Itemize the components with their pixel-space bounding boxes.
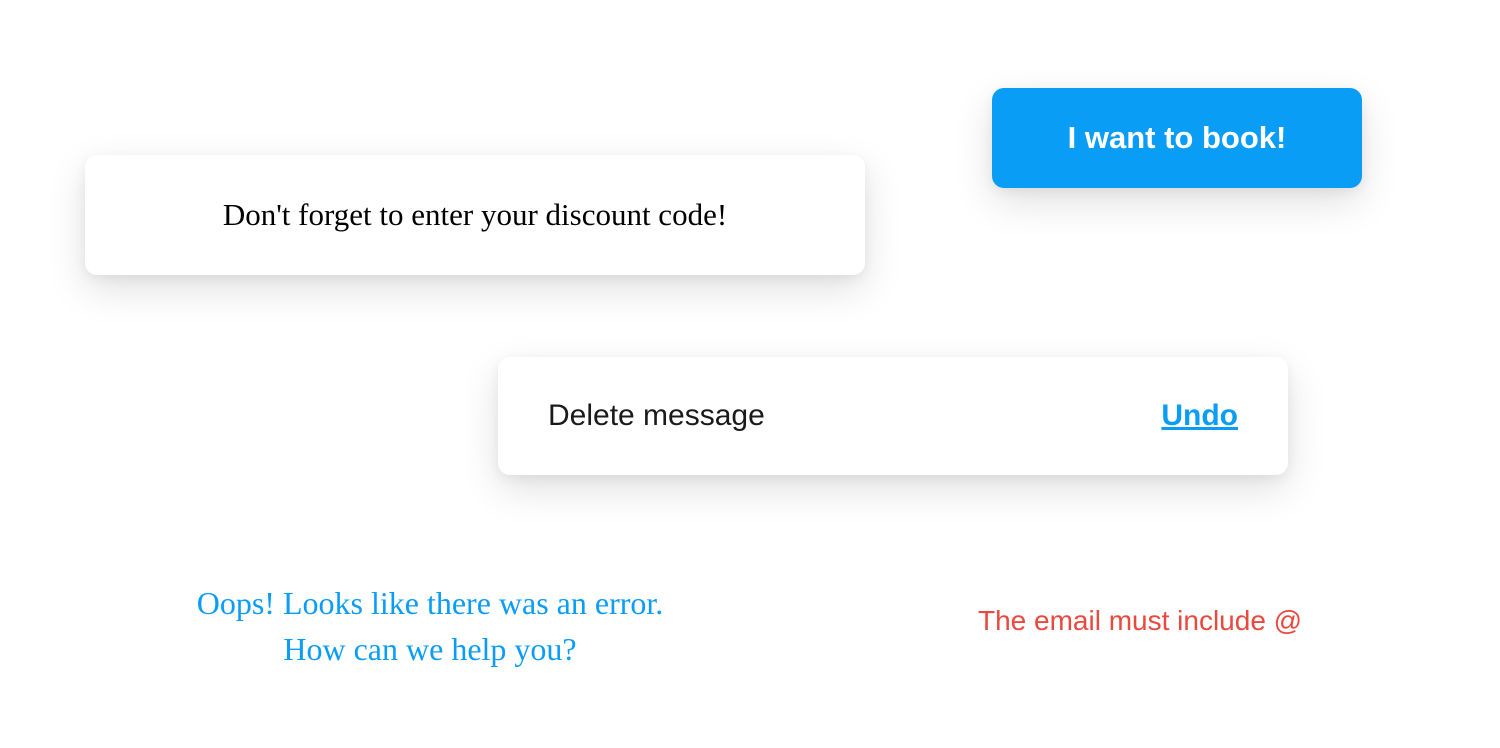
discount-reminder-text: Don't forget to enter your discount code…: [223, 197, 727, 233]
error-help-block: Oops! Looks like there was an error. How…: [150, 580, 710, 673]
discount-reminder-card: Don't forget to enter your discount code…: [85, 155, 865, 275]
book-button-label: I want to book!: [1068, 120, 1287, 156]
undo-link[interactable]: Undo: [1161, 399, 1238, 433]
delete-toast: Delete message Undo: [498, 357, 1288, 475]
email-validation-error: The email must include @: [978, 605, 1302, 637]
delete-toast-message: Delete message: [548, 399, 765, 433]
error-help-line2: How can we help you?: [150, 626, 710, 672]
error-help-line1: Oops! Looks like there was an error.: [150, 580, 710, 626]
book-button[interactable]: I want to book!: [992, 88, 1362, 188]
